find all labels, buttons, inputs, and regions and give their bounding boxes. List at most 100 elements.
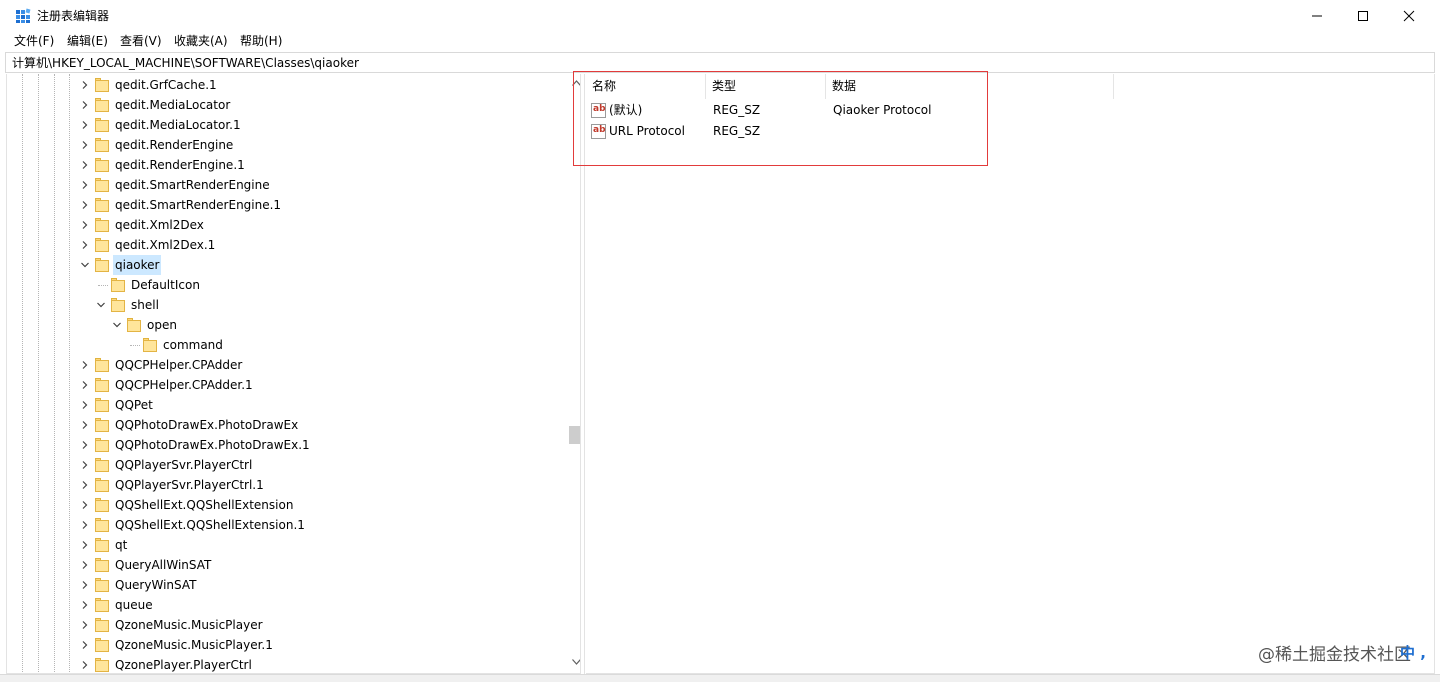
chevron-down-icon[interactable] (80, 260, 90, 270)
scroll-down-arrow-icon[interactable] (572, 659, 580, 665)
tree-node[interactable]: qedit.SmartRenderEngine.1 (7, 195, 562, 215)
tree-node-label[interactable]: qedit.RenderEngine.1 (113, 155, 247, 175)
tree-node-label[interactable]: QQCPHelper.CPAdder.1 (113, 375, 255, 395)
chevron-right-icon[interactable] (80, 360, 90, 370)
tree-node-label[interactable]: command (161, 335, 225, 355)
tree-node-label[interactable]: qt (113, 535, 129, 555)
chevron-right-icon[interactable] (80, 500, 90, 510)
chevron-right-icon[interactable] (80, 180, 90, 190)
tree-node[interactable]: QueryAllWinSAT (7, 555, 562, 575)
tree-node[interactable]: qedit.RenderEngine (7, 135, 562, 155)
chevron-right-icon[interactable] (80, 460, 90, 470)
tree-node-label[interactable]: DefaultIcon (129, 275, 202, 295)
tree-node[interactable]: qedit.Xml2Dex (7, 215, 562, 235)
tree-node[interactable]: QQPhotoDrawEx.PhotoDrawEx.1 (7, 435, 562, 455)
chevron-right-icon[interactable] (80, 100, 90, 110)
tree-node-label[interactable]: qedit.GrfCache.1 (113, 75, 219, 95)
tree-node[interactable]: qedit.Xml2Dex.1 (7, 235, 562, 255)
tree-node[interactable]: qedit.SmartRenderEngine (7, 175, 562, 195)
chevron-right-icon[interactable] (80, 640, 90, 650)
tree-node-label[interactable]: qedit.MediaLocator.1 (113, 115, 243, 135)
tree-node-label[interactable]: QQCPHelper.CPAdder (113, 355, 244, 375)
chevron-right-icon[interactable] (80, 580, 90, 590)
column-header-type[interactable]: 类型 (706, 74, 826, 99)
menu-file[interactable]: 文件(F) (14, 33, 54, 49)
address-bar[interactable]: 计算机\HKEY_LOCAL_MACHINE\SOFTWARE\Classes\… (5, 52, 1435, 73)
tree-node[interactable]: queue (7, 595, 562, 615)
chevron-right-icon[interactable] (80, 120, 90, 130)
tree-node-label[interactable]: QQPlayerSvr.PlayerCtrl (113, 455, 254, 475)
minimize-button[interactable] (1294, 0, 1340, 31)
chevron-right-icon[interactable] (80, 240, 90, 250)
tree-node-label[interactable]: qedit.MediaLocator (113, 95, 232, 115)
chevron-right-icon[interactable] (80, 480, 90, 490)
chevron-right-icon[interactable] (80, 540, 90, 550)
tree-node[interactable]: QQShellExt.QQShellExtension.1 (7, 515, 562, 535)
chevron-down-icon[interactable] (96, 300, 106, 310)
chevron-right-icon[interactable] (80, 520, 90, 530)
tree-node[interactable]: QzoneMusic.MusicPlayer (7, 615, 562, 635)
key-tree-pane[interactable]: qedit.GrfCache.1 qedit.MediaLocator qedit.… (6, 74, 580, 674)
tree-node[interactable]: QQCPHelper.CPAdder.1 (7, 375, 562, 395)
tree-node-label[interactable]: QQPet (113, 395, 155, 415)
chevron-right-icon[interactable] (80, 440, 90, 450)
menu-edit[interactable]: 编辑(E) (67, 33, 108, 49)
chevron-right-icon[interactable] (80, 160, 90, 170)
tree-node-label[interactable]: QQPhotoDrawEx.PhotoDrawEx (113, 415, 300, 435)
value-row[interactable]: ab (默认) REG_SZ Qiaoker Protocol (586, 100, 1114, 121)
tree-node[interactable]: qedit.RenderEngine.1 (7, 155, 562, 175)
tree-node[interactable]: QQShellExt.QQShellExtension (7, 495, 562, 515)
scroll-up-arrow-icon[interactable] (572, 80, 580, 86)
chevron-right-icon[interactable] (80, 80, 90, 90)
tree-node[interactable]: QueryWinSAT (7, 575, 562, 595)
chevron-down-icon[interactable] (112, 320, 122, 330)
tree-node[interactable]: qedit.MediaLocator.1 (7, 115, 562, 135)
chevron-right-icon[interactable] (80, 420, 90, 430)
column-header-data[interactable]: 数据 (826, 74, 1114, 99)
tree-node[interactable]: qedit.GrfCache.1 (7, 75, 562, 95)
tree-node[interactable]: shell (7, 295, 562, 315)
maximize-button[interactable] (1340, 0, 1386, 31)
chevron-right-icon[interactable] (80, 140, 90, 150)
scrollbar-thumb[interactable] (569, 426, 580, 444)
pane-splitter[interactable] (580, 74, 585, 674)
chevron-right-icon[interactable] (80, 600, 90, 610)
tree-node[interactable]: QQCPHelper.CPAdder (7, 355, 562, 375)
address-path[interactable]: 计算机\HKEY_LOCAL_MACHINE\SOFTWARE\Classes\… (12, 55, 359, 71)
tree-node-label[interactable]: QueryWinSAT (113, 575, 198, 595)
value-row[interactable]: ab URL Protocol REG_SZ (586, 121, 1114, 142)
tree-node-label[interactable]: QueryAllWinSAT (113, 555, 213, 575)
tree-node-label[interactable]: open (145, 315, 179, 335)
tree-node-label[interactable]: queue (113, 595, 155, 615)
tree-node-label[interactable]: QQPlayerSvr.PlayerCtrl.1 (113, 475, 266, 495)
tree-node-label[interactable]: QQShellExt.QQShellExtension.1 (113, 515, 307, 535)
tree-node[interactable]: QQPlayerSvr.PlayerCtrl (7, 455, 562, 475)
tree-node[interactable]: QzoneMusic.MusicPlayer.1 (7, 635, 562, 655)
tree-node[interactable]: qedit.MediaLocator (7, 95, 562, 115)
chevron-right-icon[interactable] (80, 400, 90, 410)
tree-node-label[interactable]: qedit.Xml2Dex.1 (113, 235, 217, 255)
tree-node-label[interactable]: QzoneMusic.MusicPlayer.1 (113, 635, 275, 655)
tree-node-label[interactable]: qedit.Xml2Dex (113, 215, 206, 235)
menu-view[interactable]: 查看(V) (120, 33, 162, 49)
chevron-right-icon[interactable] (80, 380, 90, 390)
chevron-right-icon[interactable] (80, 220, 90, 230)
tree-node-label[interactable]: qiaoker (113, 255, 162, 275)
tree-node-label[interactable]: qedit.RenderEngine (113, 135, 235, 155)
close-button[interactable] (1386, 0, 1432, 31)
column-header-name[interactable]: 名称 (586, 74, 706, 99)
chevron-right-icon[interactable] (80, 620, 90, 630)
tree-node-label[interactable]: QQShellExt.QQShellExtension (113, 495, 295, 515)
chevron-right-icon[interactable] (80, 200, 90, 210)
values-list-pane[interactable]: 名称 类型 数据 ab (默认) REG_SZ Qiaoker Protocol… (586, 74, 1435, 674)
menu-favorites[interactable]: 收藏夹(A) (174, 33, 228, 49)
tree-node[interactable]: QzonePlayer.PlayerCtrl (7, 655, 562, 673)
tree-node[interactable]: QQPhotoDrawEx.PhotoDrawEx (7, 415, 562, 435)
tree-node[interactable]: qt (7, 535, 562, 555)
tree-node[interactable]: qiaoker (7, 255, 562, 275)
menu-help[interactable]: 帮助(H) (240, 33, 282, 49)
tree-node[interactable]: QQPlayerSvr.PlayerCtrl.1 (7, 475, 562, 495)
tree-node[interactable]: open (7, 315, 562, 335)
tree-node[interactable]: command (7, 335, 562, 355)
tree-node-label[interactable]: QzoneMusic.MusicPlayer (113, 615, 265, 635)
